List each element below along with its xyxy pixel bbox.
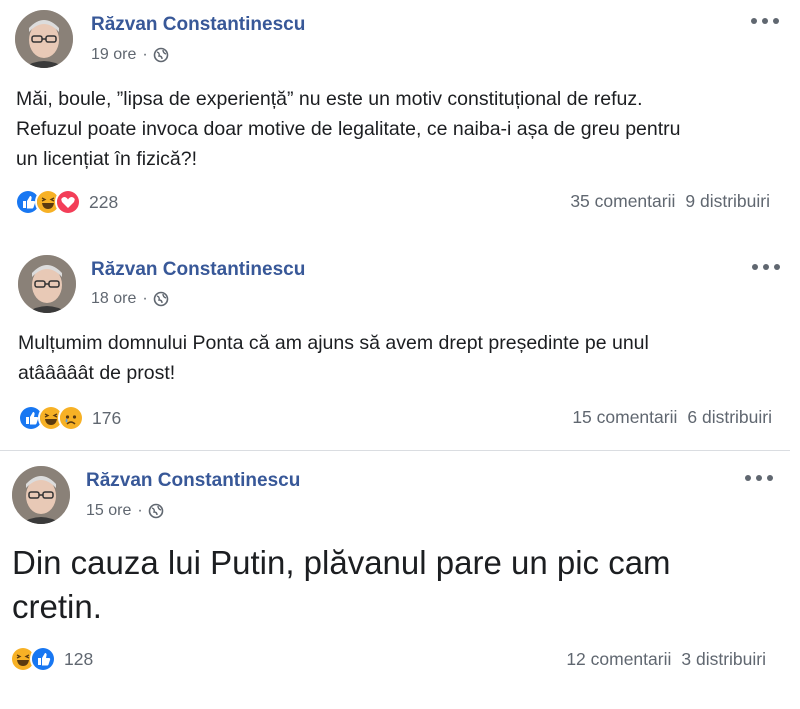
reactions-summary[interactable]: 228 bbox=[15, 189, 118, 215]
separator-dot: · bbox=[142, 46, 148, 63]
post-divider bbox=[0, 450, 790, 451]
separator-dot: · bbox=[137, 502, 143, 519]
more-options-icon[interactable] bbox=[751, 16, 779, 26]
post-text: Măi, boule, ”lipsa de experiență” nu est… bbox=[16, 88, 681, 170]
post-text: Mulțumim domnului Ponta că am ajuns să a… bbox=[18, 332, 649, 384]
love-reaction-icon bbox=[55, 189, 81, 215]
like-reaction-icon bbox=[30, 646, 56, 672]
post-2: Răzvan Constantinescu 18 ore · Mulțumim … bbox=[0, 245, 800, 450]
post-time[interactable]: 19 ore bbox=[91, 46, 136, 64]
profile-photo bbox=[12, 466, 70, 524]
reaction-count: 228 bbox=[89, 191, 119, 212]
post-time[interactable]: 18 ore bbox=[91, 290, 136, 308]
post-time[interactable]: 15 ore bbox=[86, 502, 131, 520]
shares-link[interactable]: 3 distribuiri bbox=[681, 649, 766, 670]
more-options-icon[interactable] bbox=[745, 473, 773, 483]
post-stats: 35 comentarii 9 distribuiri bbox=[570, 191, 770, 212]
author-name[interactable]: Răzvan Constantinescu bbox=[86, 470, 300, 492]
post-3: Răzvan Constantinescu 15 ore · Din cauza… bbox=[0, 455, 800, 709]
globe-icon bbox=[148, 503, 164, 519]
reactions-summary[interactable]: 176 bbox=[18, 405, 121, 431]
reaction-count: 128 bbox=[64, 648, 94, 669]
profile-photo bbox=[18, 255, 76, 313]
author-name[interactable]: Răzvan Constantinescu bbox=[91, 259, 305, 281]
globe-icon bbox=[153, 291, 169, 307]
post-text: Din cauza lui Putin, plăvanul pare un pi… bbox=[12, 544, 671, 625]
separator-dot: · bbox=[142, 290, 148, 307]
comments-link[interactable]: 15 comentarii bbox=[572, 407, 677, 428]
avatar[interactable] bbox=[12, 466, 70, 524]
reactions-summary[interactable]: 128 bbox=[10, 646, 93, 672]
profile-photo bbox=[15, 10, 73, 68]
avatar[interactable] bbox=[15, 10, 73, 68]
author-name[interactable]: Răzvan Constantinescu bbox=[91, 14, 305, 36]
more-options-icon[interactable] bbox=[752, 262, 780, 272]
post-meta: 15 ore · bbox=[86, 502, 164, 520]
reaction-count: 176 bbox=[92, 407, 122, 428]
post-stats: 15 comentarii 6 distribuiri bbox=[572, 407, 772, 428]
post-stats: 12 comentarii 3 distribuiri bbox=[566, 649, 766, 670]
shares-link[interactable]: 6 distribuiri bbox=[687, 407, 772, 428]
post-meta: 19 ore · bbox=[91, 46, 169, 64]
globe-icon bbox=[153, 47, 169, 63]
comments-link[interactable]: 35 comentarii bbox=[570, 191, 675, 212]
comments-link[interactable]: 12 comentarii bbox=[566, 649, 671, 670]
shares-link[interactable]: 9 distribuiri bbox=[685, 191, 770, 212]
post-meta: 18 ore · bbox=[91, 290, 169, 308]
post-1: Răzvan Constantinescu 19 ore · Măi, boul… bbox=[0, 0, 800, 235]
sad-reaction-icon bbox=[58, 405, 84, 431]
avatar[interactable] bbox=[18, 255, 76, 313]
